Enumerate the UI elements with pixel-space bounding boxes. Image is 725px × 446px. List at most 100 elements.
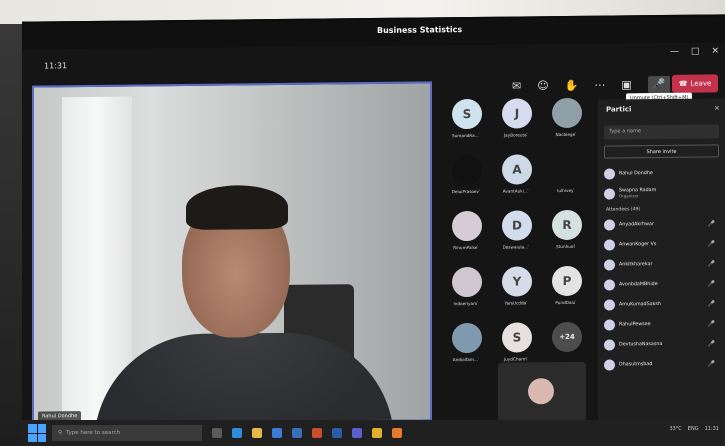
attendee-row[interactable]: AvonbdaMBhide 🎤	[604, 273, 719, 294]
teams-taskbar-icon[interactable]	[352, 428, 362, 438]
close-panel-icon[interactable]: ✕	[714, 104, 720, 112]
participant-tile[interactable]: DeiuiPrasoev ̀	[442, 154, 490, 210]
participant-row-text: Rahul Dondhe	[619, 171, 653, 176]
phone-icon: ☎	[678, 79, 688, 88]
participant-list: Rahul Dondhe Swapna Radam Organizer Attende…	[604, 162, 719, 374]
chrome-icon[interactable]	[372, 428, 382, 438]
minimize-icon[interactable]: —	[670, 47, 679, 57]
participant-avatar: S	[452, 98, 482, 130]
participant-label: RinumPalse ̀	[453, 244, 479, 251]
task-view-icon[interactable]	[212, 428, 222, 438]
participant-avatar	[452, 210, 482, 242]
maximize-icon[interactable]: □	[691, 47, 700, 57]
participant-tile[interactable]: D Deswaiula... ̀	[492, 210, 540, 265]
participant-label: Andiolfam... ̀	[452, 356, 480, 363]
photo-frame: 11:31 Business Statistics — □ ✕ ✉ ☺ ✋ ⋯ …	[0, 0, 725, 446]
participant-row-name: Rahul Dondhe	[619, 170, 653, 176]
participant-tile[interactable]: RinumPalse ̀	[442, 210, 490, 266]
attendee-avatar	[604, 238, 615, 251]
attendee-avatar	[604, 318, 615, 331]
mic-muted-icon: 🎤	[707, 319, 715, 328]
mic-muted-icon: 🎤	[707, 299, 715, 308]
attendee-row[interactable]: RahulPewsee 🎤	[604, 313, 719, 334]
participant-avatar: J	[502, 98, 532, 129]
edge-icon[interactable]	[232, 428, 242, 438]
taskbar-search-input[interactable]: ⚲ Type here to search	[52, 425, 202, 441]
attendee-avatar	[604, 218, 615, 231]
participant-avatar: D	[502, 210, 532, 241]
attendee-row[interactable]: Ankitkharekar 🎤	[604, 253, 719, 274]
participant-avatar: A	[502, 154, 532, 185]
more-icon[interactable]: ⋯	[594, 78, 605, 91]
window-controls: — □ ✕	[670, 46, 719, 57]
mic-muted-icon: 🎤	[707, 339, 715, 348]
participant-label	[542, 356, 590, 357]
participant-tile[interactable]: R Stunhuol ̀	[542, 209, 590, 265]
raise-hand-icon[interactable]: ✋	[565, 78, 579, 91]
participant-tile[interactable]: Indoeriyam ̀	[442, 266, 490, 322]
mic-muted-icon: 🎤	[707, 219, 715, 228]
mic-muted-icon: 🎤	[707, 359, 715, 368]
participant-search-input[interactable]: Type a name	[604, 124, 719, 140]
participant-avatar	[452, 266, 482, 298]
app-icon-orange[interactable]	[392, 428, 402, 438]
participant-label: PundDaiu ̀	[555, 299, 577, 306]
attendees-section-label[interactable]: Attendees (49)	[606, 206, 719, 212]
share-invite-button[interactable]: Share invite	[604, 144, 719, 159]
participant-tile[interactable]: P PundDaiu ̀	[542, 265, 590, 321]
weather-temp: 33°C	[669, 426, 682, 432]
attendee-avatar	[604, 278, 615, 291]
file-explorer-icon[interactable]	[252, 428, 262, 438]
participant-row[interactable]: Rahul Dondhe	[604, 162, 719, 183]
participant-tile[interactable]: Y YarsUcdda ̀	[492, 266, 540, 321]
speaker-hair	[186, 184, 288, 230]
participant-tile[interactable]: S SumandRa... ̀	[442, 98, 490, 154]
participant-avatar: +24	[552, 321, 582, 353]
participant-row-role: Organizer	[619, 192, 639, 198]
attendee-row[interactable]: AnyadAkrhwar 🎤	[604, 213, 719, 234]
participant-label: Stunhuol ̀	[556, 243, 576, 250]
windows-start-icon[interactable]	[28, 424, 46, 442]
participant-row-avatar	[604, 167, 615, 180]
video-icon[interactable]: ▣	[621, 78, 631, 91]
participants-panel: Partici ✕ Type a name Share invite Rahul…	[598, 98, 725, 430]
word-icon[interactable]	[332, 428, 342, 438]
mail-icon[interactable]	[292, 428, 302, 438]
store-icon[interactable]	[272, 428, 282, 438]
mic-muted-icon: 🎤	[707, 239, 715, 248]
attendee-row[interactable]: Dhasutmsbad 🎤	[604, 353, 719, 374]
participant-avatar: S	[502, 322, 532, 353]
system-tray: 33°C ENG 11:31	[669, 426, 719, 432]
participant-label: JayBoreuta ̀	[503, 132, 529, 138]
main-video[interactable]: Rahul Dondhe	[32, 81, 432, 426]
self-view[interactable]	[498, 361, 586, 423]
participant-tile[interactable]: A AvantAuki... ̀	[492, 154, 540, 209]
attendee-name: AnyadAkrhwar	[619, 221, 654, 227]
participant-grid: S SumandRa... ̀ J JayBoreuta ̀ Nacblege ̀ Dei…	[442, 97, 592, 380]
search-icon: ⚲	[58, 430, 63, 436]
attendee-name: RahulPewsee	[619, 321, 651, 327]
meeting-title: Business Statistics	[377, 25, 463, 35]
attendee-row[interactable]: DevtushaNasasna 🎤	[604, 333, 719, 354]
chat-icon[interactable]: ✉	[512, 79, 521, 92]
attendee-avatar	[604, 298, 615, 311]
participant-avatar	[552, 97, 582, 129]
taskbar-search-placeholder: Type here to search	[66, 430, 121, 436]
participant-tile[interactable]: Iulhivey ̀	[542, 153, 590, 209]
leave-button[interactable]: ☎ Leave	[672, 74, 718, 93]
attendee-row[interactable]: AnwanKoger Vs 🎤	[604, 233, 719, 254]
mic-muted-icon: 🎤	[707, 259, 715, 268]
reactions-icon[interactable]: ☺	[537, 79, 548, 92]
participant-row[interactable]: Swapna Radam Organizer	[604, 182, 719, 203]
close-window-icon[interactable]: ✕	[711, 46, 719, 56]
attendee-avatar	[604, 338, 615, 351]
attendee-row[interactable]: AmuKumadSaksh 🎤	[604, 293, 719, 314]
mic-icon[interactable]: 🎤	[647, 75, 670, 93]
participant-label: JuydCharm ̀	[503, 356, 529, 362]
powerpoint-icon[interactable]	[312, 428, 322, 438]
participant-tile[interactable]: Nacblege ̀	[542, 97, 590, 153]
participant-tile[interactable]: J JayBoreuta ̀	[492, 98, 540, 153]
attendee-name: AnwanKoger Vs	[619, 241, 657, 247]
participant-avatar: P	[552, 265, 582, 297]
participant-tile[interactable]: Andiolfam... ̀	[442, 322, 490, 378]
